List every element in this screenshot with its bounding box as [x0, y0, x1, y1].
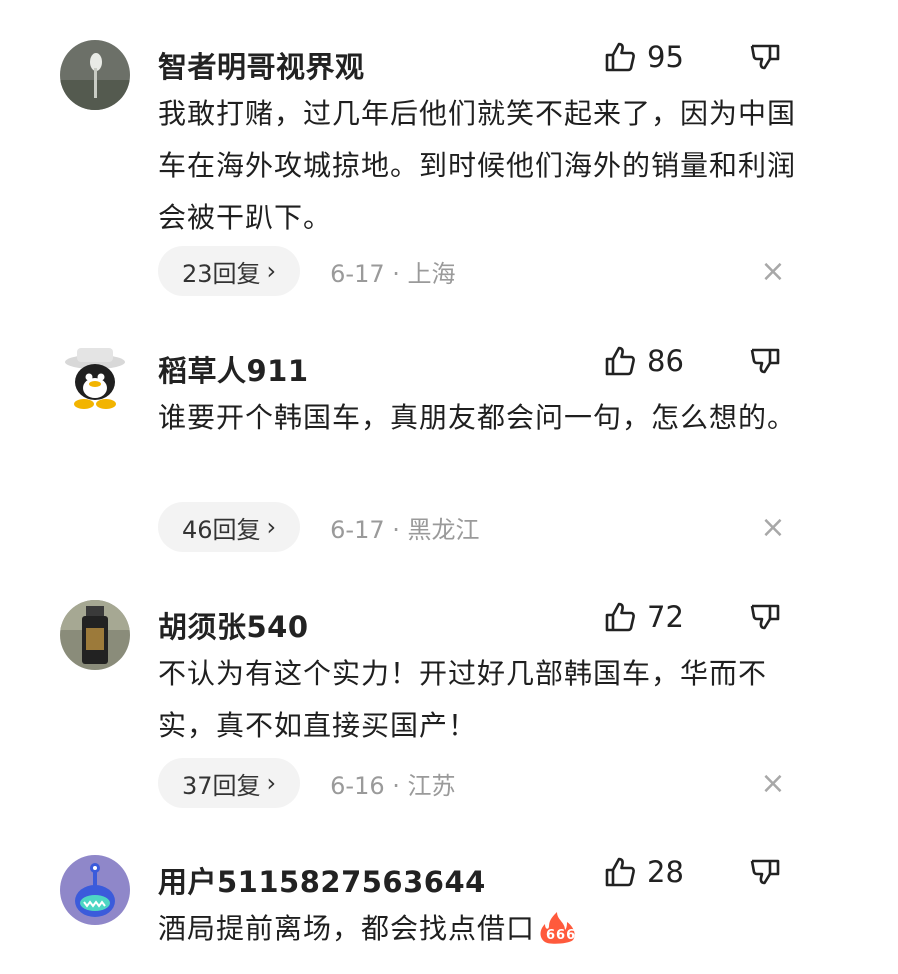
- avatar-image: [60, 344, 130, 414]
- close-icon[interactable]: ×: [760, 510, 786, 545]
- avatar[interactable]: [60, 600, 130, 670]
- avatar-image: [60, 855, 130, 925]
- thumbs-down-icon: [750, 859, 780, 885]
- date-location: 6-16 · 江苏: [330, 771, 456, 800]
- dislike-button[interactable]: [748, 857, 782, 895]
- comment-text: 不认为有这个实力！开过好几部韩国车，华而不实，真不如直接买国产！: [158, 657, 768, 742]
- fire-emoji-icon: 666: [537, 909, 583, 961]
- like-count: 28: [647, 855, 684, 889]
- chevron-right-icon: ›: [266, 257, 277, 285]
- chevron-right-icon: ›: [266, 513, 277, 541]
- thumbs-down-icon: [750, 348, 780, 374]
- like-count: 86: [647, 344, 684, 378]
- replies-label: 23回复: [182, 259, 261, 288]
- like-count: 95: [647, 40, 684, 74]
- like-count: 72: [647, 600, 684, 634]
- username[interactable]: 稻草人911: [158, 348, 309, 390]
- username[interactable]: 智者明哥视界观: [158, 44, 365, 86]
- avatar-image: [60, 600, 130, 670]
- like-button[interactable]: 86: [603, 344, 684, 378]
- replies-button[interactable]: 46回复 ›: [158, 502, 301, 552]
- date-location: 6-17 · 黑龙江: [330, 515, 480, 544]
- username[interactable]: 用户5115827563644: [158, 859, 486, 901]
- avatar[interactable]: [60, 40, 130, 110]
- like-button[interactable]: 28: [603, 855, 684, 889]
- comment-text-body: 酒局提前离场，都会找点借口: [158, 912, 536, 945]
- thumbs-up-icon: [605, 42, 635, 72]
- comment-meta: 23回复 › 6-17 · 上海: [158, 246, 456, 296]
- comment-meta: 37回复 › 6-16 · 江苏: [158, 758, 456, 808]
- username[interactable]: 胡须张540: [158, 604, 309, 646]
- comment-text: 酒局提前离场，都会找点借口 666: [158, 903, 798, 961]
- date-location: 6-17 · 上海: [330, 259, 456, 288]
- dislike-button[interactable]: [748, 346, 782, 384]
- like-button[interactable]: 95: [603, 40, 684, 74]
- comment-text: 我敢打赌，过几年后他们就笑不起来了，因为中国车在海外攻城掠地。到时候他们海外的销…: [158, 97, 797, 234]
- thumbs-down-icon: [750, 44, 780, 70]
- replies-label: 46回复: [182, 515, 261, 544]
- thumbs-up-icon: [605, 602, 635, 632]
- chevron-right-icon: ›: [266, 769, 277, 797]
- close-icon[interactable]: ×: [760, 254, 786, 289]
- thumbs-down-icon: [750, 604, 780, 630]
- thumbs-up-icon: [605, 346, 635, 376]
- close-icon[interactable]: ×: [760, 766, 786, 801]
- replies-label: 37回复: [182, 771, 261, 800]
- like-button[interactable]: 72: [603, 600, 684, 634]
- thumbs-up-icon: [605, 857, 635, 887]
- dislike-button[interactable]: [748, 602, 782, 640]
- avatar[interactable]: [60, 344, 130, 414]
- avatar[interactable]: [60, 855, 130, 925]
- comment-text: 谁要开个韩国车，真朋友都会问一句，怎么想的。: [158, 401, 797, 434]
- avatar-image: [60, 40, 130, 110]
- replies-button[interactable]: 23回复 ›: [158, 246, 301, 296]
- svg-text:666: 666: [546, 928, 576, 943]
- dislike-button[interactable]: [748, 42, 782, 80]
- replies-button[interactable]: 37回复 ›: [158, 758, 301, 808]
- comment-meta: 46回复 › 6-17 · 黑龙江: [158, 502, 480, 552]
